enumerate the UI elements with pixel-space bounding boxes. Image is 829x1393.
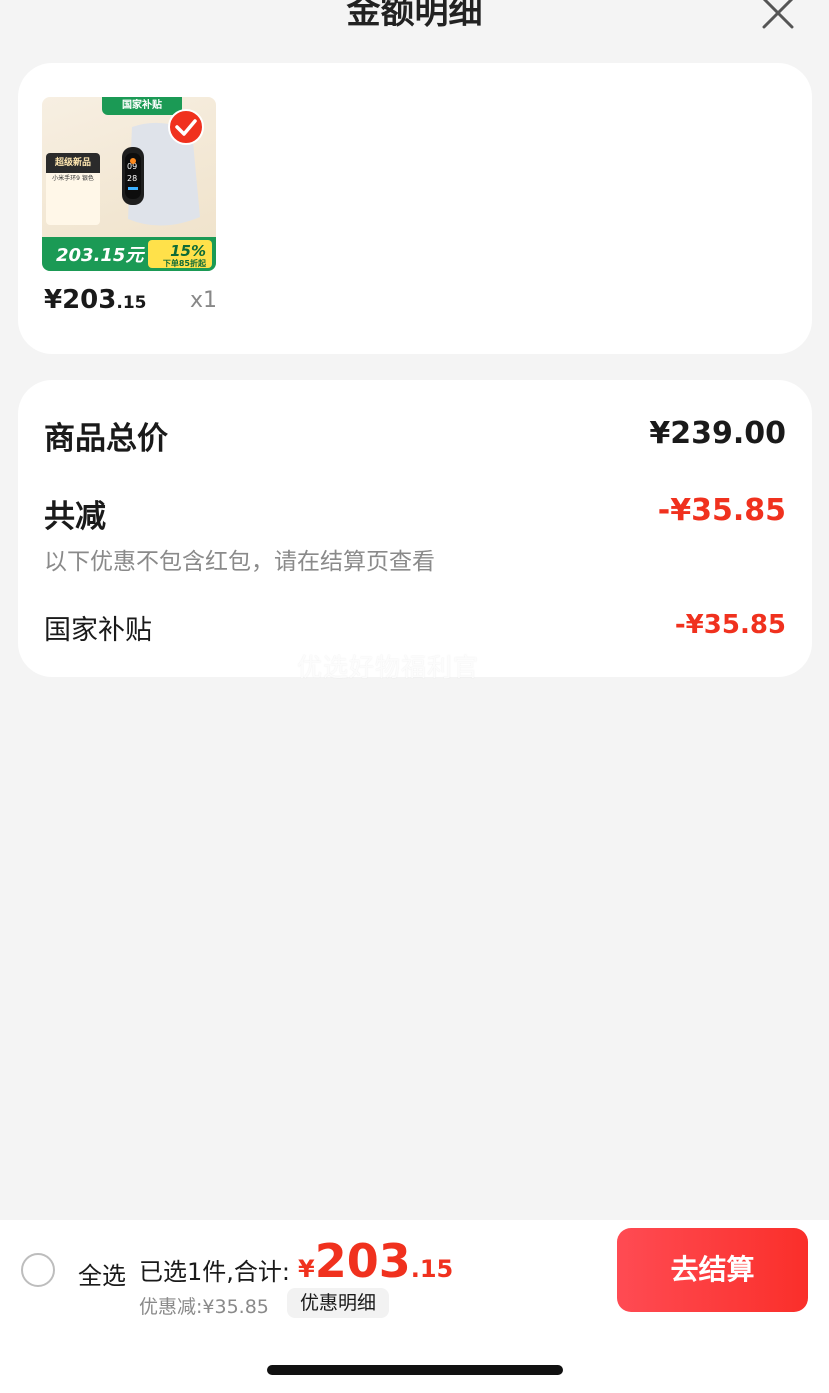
watermark-text: 优选好物福利官 bbox=[297, 653, 480, 682]
product-price-main: ¥203 bbox=[44, 285, 117, 315]
checkout-bar: 全选 已选1件,合计: ¥203.15 优惠减:¥35.85 优惠明细 去结算 bbox=[0, 1220, 829, 1320]
promo-panel-title: 超级新品 bbox=[46, 153, 100, 173]
total-integer: 203 bbox=[314, 1234, 411, 1288]
page-title: 金额明细 bbox=[346, 0, 483, 32]
checkout-button[interactable]: 去结算 bbox=[617, 1228, 808, 1312]
cart-total-price: ¥203.15 bbox=[298, 1234, 453, 1288]
subsidy-discount: 下单85折起 bbox=[162, 259, 206, 268]
discount-amount-note: 优惠减:¥35.85 bbox=[139, 1296, 269, 1318]
product-quantity: x1 bbox=[190, 288, 218, 313]
promo-price-band: 203.15元 15% 下单85折起 bbox=[42, 237, 216, 271]
bottom-safe-area bbox=[0, 1320, 829, 1393]
subsidy-badge: 15% 下单85折起 bbox=[148, 240, 212, 268]
product-price-decimal: .15 bbox=[116, 293, 147, 313]
total-reduction-value: -¥35.85 bbox=[657, 493, 786, 528]
national-subsidy-value: -¥35.85 bbox=[674, 610, 786, 640]
amount-detail-sheet: 金额明细 国家补贴 超级新品 小米手环9 银色 09 28 203.15元 15… bbox=[0, 0, 829, 1393]
total-price-value: ¥239.00 bbox=[649, 416, 786, 451]
close-icon[interactable] bbox=[761, 0, 795, 30]
total-reduction-label: 共减 bbox=[44, 499, 106, 535]
product-card: 国家补贴 超级新品 小米手环9 银色 09 28 203.15元 15% 下单8… bbox=[18, 63, 812, 354]
discount-detail-button[interactable]: 优惠明细 bbox=[287, 1288, 390, 1318]
selected-check-icon[interactable] bbox=[168, 109, 204, 145]
reduction-note: 以下优惠不包含红包，请在结算页查看 bbox=[44, 549, 435, 575]
product-promo-panel: 超级新品 小米手环9 银色 bbox=[46, 153, 100, 225]
home-indicator[interactable] bbox=[267, 1365, 563, 1375]
total-currency: ¥ bbox=[298, 1255, 315, 1283]
total-price-label: 商品总价 bbox=[44, 421, 168, 457]
total-decimal: .15 bbox=[410, 1255, 454, 1283]
promo-panel-subtitle: 小米手环9 银色 bbox=[52, 175, 94, 182]
select-all-checkbox[interactable] bbox=[21, 1253, 55, 1287]
product-thumbnail[interactable]: 国家补贴 超级新品 小米手环9 银色 09 28 203.15元 15% 下单8… bbox=[42, 97, 216, 271]
national-subsidy-label: 国家补贴 bbox=[44, 615, 152, 646]
price-summary-card: 商品总价 ¥239.00 共减 -¥35.85 以下优惠不包含红包，请在结算页查… bbox=[18, 380, 812, 677]
svg-text:28: 28 bbox=[127, 174, 137, 183]
select-all-label[interactable]: 全选 bbox=[78, 1256, 126, 1291]
promo-price: 203.15元 bbox=[56, 245, 144, 266]
selected-count-label: 已选1件,合计: bbox=[139, 1258, 290, 1286]
product-price: ¥203.15 bbox=[44, 285, 147, 315]
